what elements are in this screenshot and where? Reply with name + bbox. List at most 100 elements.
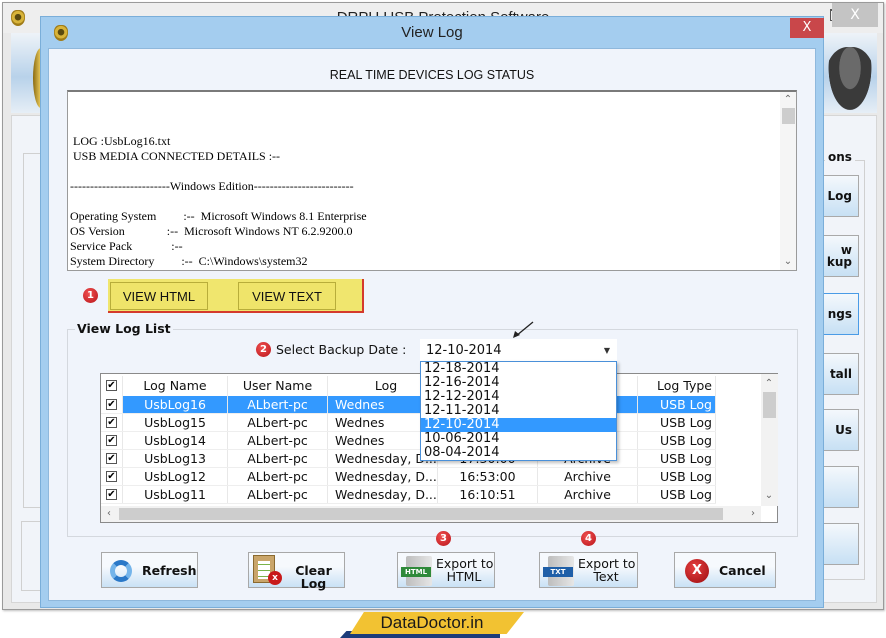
log-name-cell: UsbLog16 bbox=[123, 396, 228, 413]
datadoctor-watermark: DataDoctor.in bbox=[340, 612, 524, 638]
step-4-badge: 4 bbox=[581, 531, 596, 546]
grid-horizontal-scrollbar[interactable]: ‹ › bbox=[101, 506, 761, 522]
step-2-badge: 2 bbox=[256, 342, 271, 357]
table-row[interactable]: ✔UsbLog13ALbert-pcWednesday, D...17:30:0… bbox=[101, 450, 716, 468]
view-log-list-legend: View Log List bbox=[75, 321, 173, 336]
checkbox-check-icon: ✔ bbox=[106, 417, 117, 428]
date-option[interactable]: 10-06-2014 bbox=[421, 432, 616, 446]
log-text-area[interactable]: LOG :UsbLog16.txt USB MEDIA CONNECTED DE… bbox=[67, 90, 797, 271]
cancel-label: Cancel bbox=[719, 563, 766, 578]
log-type-cell: USB Log bbox=[638, 486, 716, 503]
cancel-x-icon: X bbox=[685, 559, 709, 583]
log-status-cell: Archive bbox=[538, 486, 638, 503]
table-row[interactable]: ✔ UsbLog11 ALbert-pc Wednesday, D... 16:10:5… bbox=[101, 486, 716, 504]
row-checkbox[interactable]: ✔ bbox=[101, 450, 123, 467]
backup-date-select[interactable]: 12-10-2014 ▼ bbox=[420, 339, 617, 361]
user-name-cell: ALbert-pc bbox=[228, 396, 328, 413]
user-name-cell: ALbert-pc bbox=[228, 450, 328, 467]
cancel-button[interactable]: X Cancel bbox=[674, 552, 776, 588]
log-date-cell: Wednesday, D... bbox=[328, 468, 438, 485]
log-date-cell: Wednesday, D... bbox=[328, 486, 438, 503]
grid-scroll-down-icon[interactable]: ⌄ bbox=[761, 488, 777, 504]
select-all-checkbox[interactable]: ✔ bbox=[101, 376, 123, 396]
date-option[interactable]: 12-11-2014 bbox=[421, 404, 616, 418]
grid-vscroll-thumb[interactable] bbox=[763, 392, 776, 418]
select-backup-date-label: Select Backup Date : bbox=[276, 342, 407, 357]
user-name-cell: ALbert-pc bbox=[228, 414, 328, 431]
log-line: OS Version :-- Microsoft Windows NT 6.2.… bbox=[70, 224, 353, 238]
row-checkbox[interactable]: ✔ bbox=[101, 486, 123, 503]
row-checkbox[interactable]: ✔ bbox=[101, 414, 123, 431]
date-option[interactable]: 12-10-2014 bbox=[421, 418, 616, 432]
export-text-button[interactable]: TXT Export to Text bbox=[539, 552, 638, 588]
log-line: USB MEDIA CONNECTED DETAILS :-- bbox=[70, 149, 281, 163]
row-checkbox[interactable]: ✔ bbox=[101, 468, 123, 485]
scroll-thumb[interactable] bbox=[782, 108, 795, 124]
checkbox-check-icon: ✔ bbox=[106, 471, 117, 482]
view-html-button[interactable]: VIEW HTML bbox=[110, 282, 208, 310]
date-option[interactable]: 12-16-2014 bbox=[421, 376, 616, 390]
dialog-titlebar: View Log X bbox=[41, 17, 824, 47]
log-name-cell: UsbLog13 bbox=[123, 450, 228, 467]
time-cell: 16:10:51 bbox=[438, 486, 538, 503]
row-checkbox[interactable]: ✔ bbox=[101, 432, 123, 449]
clear-log-button[interactable]: x Clear Log bbox=[248, 552, 345, 590]
column-header-user-name[interactable]: User Name bbox=[228, 376, 328, 396]
log-line: -------------------------Windows Edition… bbox=[70, 179, 354, 193]
refresh-button[interactable]: Refresh bbox=[101, 552, 198, 588]
grid-scroll-up-icon[interactable]: ⌃ bbox=[761, 376, 777, 392]
checkbox-check-icon: ✔ bbox=[106, 399, 117, 410]
export-html-label: Export to HTML bbox=[436, 556, 494, 584]
row-checkbox[interactable]: ✔ bbox=[101, 396, 123, 413]
log-status-title: REAL TIME DEVICES LOG STATUS bbox=[329, 68, 535, 82]
log-type-cell: USB Log bbox=[638, 450, 716, 467]
delete-x-icon: x bbox=[268, 571, 282, 585]
user-name-cell: ALbert-pc bbox=[228, 468, 328, 485]
date-option[interactable]: 12-18-2014 bbox=[421, 362, 616, 376]
export-html-button[interactable]: HTML Export to HTML bbox=[397, 552, 495, 588]
watermark-text: DataDoctor.in bbox=[380, 613, 484, 632]
scroll-up-icon[interactable]: ⌃ bbox=[780, 92, 796, 108]
chevron-down-icon[interactable]: ▼ bbox=[604, 340, 610, 362]
log-type-cell: USB Log bbox=[638, 414, 716, 431]
table-row[interactable]: ✔UsbLog15ALbert-pcWednesrchiveUSB Log bbox=[101, 414, 716, 432]
log-vertical-scrollbar[interactable]: ⌃ ⌄ bbox=[780, 92, 796, 270]
view-log-dialog: View Log X REAL TIME DEVICES LOG STATUS … bbox=[40, 16, 824, 608]
view-text-button[interactable]: VIEW TEXT bbox=[238, 282, 336, 310]
grid-scroll-right-icon[interactable]: › bbox=[745, 506, 761, 522]
dialog-client-area: REAL TIME DEVICES LOG STATUS LOG :UsbLog… bbox=[48, 48, 816, 601]
log-status-cell: Archive bbox=[538, 468, 638, 485]
checkbox-check-icon: ✔ bbox=[106, 435, 117, 446]
dialog-title: View Log bbox=[401, 24, 463, 41]
main-close-button[interactable]: X bbox=[832, 3, 878, 27]
log-text-content: LOG :UsbLog16.txt USB MEDIA CONNECTED DE… bbox=[70, 119, 367, 269]
table-row[interactable]: ✔UsbLog14ALbert-pcWednesrchiveUSB Log bbox=[101, 432, 716, 450]
scroll-down-icon[interactable]: ⌄ bbox=[780, 254, 796, 270]
table-row[interactable]: ✔UsbLog16ALbert-pcWednesrchiveUSB Log bbox=[101, 396, 716, 414]
date-option[interactable]: 12-12-2014 bbox=[421, 390, 616, 404]
dialog-close-button[interactable]: X bbox=[790, 18, 824, 38]
step-1-badge: 1 bbox=[83, 288, 98, 303]
table-row[interactable]: ✔ UsbLog12 ALbert-pc Wednesday, D... 16:53:0… bbox=[101, 468, 716, 486]
selected-date-value: 12-10-2014 bbox=[426, 343, 502, 358]
user-avatar-icon bbox=[825, 47, 875, 117]
log-line: Service Pack :-- bbox=[70, 239, 183, 253]
side-group-title: ons bbox=[825, 150, 855, 164]
column-header-log-type[interactable]: Log Type bbox=[638, 376, 716, 396]
grid-header: ✔ Log Name User Name Log g Status Log Ty… bbox=[101, 376, 716, 396]
log-name-cell: UsbLog15 bbox=[123, 414, 228, 431]
log-line: System Directory :-- C:\Windows\system32 bbox=[70, 254, 308, 268]
backup-date-dropdown-list: 12-18-2014 12-16-2014 12-12-2014 12-11-2014… bbox=[420, 361, 617, 461]
log-type-cell: USB Log bbox=[638, 432, 716, 449]
refresh-label: Refresh bbox=[142, 563, 197, 578]
txt-tag: TXT bbox=[543, 567, 573, 577]
column-header-log-name[interactable]: Log Name bbox=[123, 376, 228, 396]
date-option[interactable]: 08-04-2014 bbox=[421, 446, 616, 460]
log-line: LOG :UsbLog16.txt bbox=[70, 134, 171, 148]
grid-vertical-scrollbar[interactable]: ⌃ ⌄ bbox=[761, 374, 778, 506]
grid-hscroll-thumb[interactable] bbox=[119, 508, 723, 520]
grid-scroll-left-icon[interactable]: ‹ bbox=[101, 506, 117, 522]
